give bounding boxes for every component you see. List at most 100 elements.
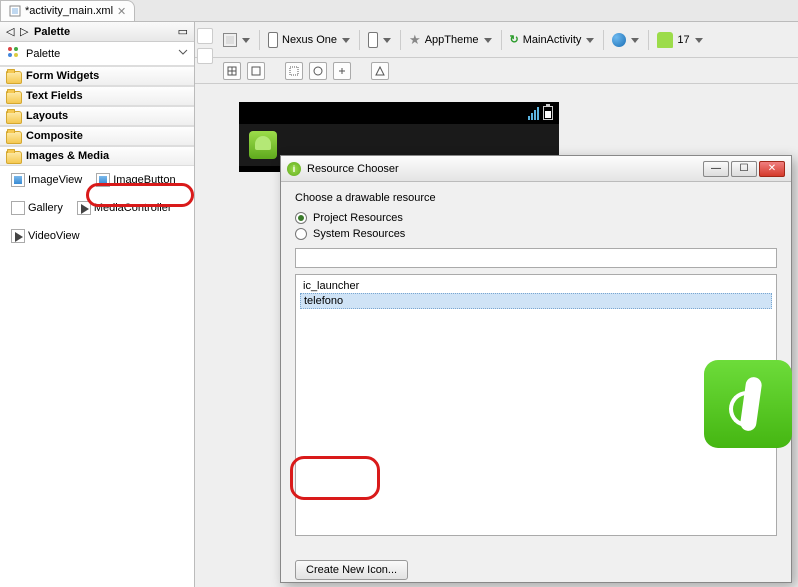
radio-system-resources[interactable]: System Resources: [295, 228, 777, 240]
dialog-button-row: Create New Icon...: [295, 564, 408, 576]
folder-icon: [6, 111, 20, 122]
category-label: Images & Media: [26, 150, 109, 162]
dropdown-icon: [694, 35, 704, 45]
portrait-icon: [368, 32, 378, 48]
chevron-left-icon: ◁: [6, 25, 16, 38]
widget-videoview[interactable]: VideoView: [6, 226, 85, 246]
status-bar: [528, 106, 553, 120]
widget-label: MediaController: [94, 202, 172, 214]
widgets-row-2: Gallery MediaController: [0, 194, 194, 222]
widget-label: ImageView: [28, 174, 82, 186]
image-button-icon: [96, 173, 110, 187]
list-item-ic-launcher[interactable]: ic_launcher: [300, 279, 772, 293]
activity-dropdown[interactable]: ↻ MainActivity: [510, 33, 596, 46]
category-label: Form Widgets: [26, 70, 99, 82]
phone-icon: [268, 32, 278, 48]
filter-input[interactable]: [295, 248, 777, 268]
globe-icon: [612, 33, 626, 47]
launcher-icon: [249, 131, 277, 159]
chevron-right-icon: ▷: [20, 25, 30, 38]
activity-icon: ↻: [510, 33, 519, 46]
widget-label: ImageButton: [113, 174, 175, 186]
layout-toolbar: [195, 58, 798, 84]
palette-header[interactable]: ◁ ▷ Palette ▭: [0, 22, 194, 42]
category-layouts[interactable]: Layouts: [0, 106, 194, 126]
palette-subheader[interactable]: Palette: [0, 42, 194, 66]
api-dropdown[interactable]: 17: [657, 32, 703, 48]
dropdown-icon: [382, 35, 392, 45]
theme-dropdown[interactable]: ★AppTheme: [409, 32, 492, 48]
zoom-actual-button[interactable]: [309, 62, 327, 80]
widgets-row-3: VideoView: [0, 222, 194, 250]
signal-icon: [528, 107, 539, 120]
dialog-title: Resource Chooser: [307, 163, 399, 175]
palette-sub-label: Palette: [26, 48, 60, 60]
widget-gallery[interactable]: Gallery: [6, 198, 68, 218]
tab-label: *activity_main.xml: [25, 5, 113, 17]
zoom-in-button[interactable]: [333, 62, 351, 80]
category-form-widgets[interactable]: Form Widgets: [0, 66, 194, 86]
folder-icon: [6, 131, 20, 142]
activity-label: MainActivity: [523, 34, 582, 46]
close-button[interactable]: ✕: [759, 161, 785, 177]
android-icon: [657, 32, 673, 48]
dialog-icon: i: [287, 162, 301, 176]
palette-title: Palette: [34, 26, 70, 38]
widget-imageview[interactable]: ImageView: [6, 170, 87, 190]
folder-icon: [6, 91, 20, 102]
minimize-icon[interactable]: ▭: [178, 25, 188, 38]
editor-tabbar: *activity_main.xml ✕: [0, 0, 798, 22]
widgets-row-1: ImageView ImageButton: [0, 166, 194, 194]
dropdown-icon: [241, 35, 251, 45]
radio-icon: [295, 228, 307, 240]
widget-imagebutton[interactable]: ImageButton: [91, 170, 180, 190]
separator: [259, 30, 260, 50]
device-dropdown[interactable]: Nexus One: [268, 32, 351, 48]
toggle-bounds-button[interactable]: [223, 62, 241, 80]
gallery-icon: [11, 201, 25, 215]
category-composite[interactable]: Composite: [0, 126, 194, 146]
category-label: Composite: [26, 130, 83, 142]
phone-handset-icon: [723, 373, 773, 435]
config-icon: [223, 33, 237, 47]
toggle-grid-button[interactable]: [247, 62, 265, 80]
maximize-button[interactable]: ☐: [731, 161, 757, 177]
separator: [603, 30, 604, 50]
device-label: Nexus One: [282, 34, 337, 46]
category-label: Layouts: [26, 110, 68, 122]
separator: [648, 30, 649, 50]
radio-project-resources[interactable]: Project Resources: [295, 212, 777, 224]
vtool-1[interactable]: [197, 28, 213, 44]
category-text-fields[interactable]: Text Fields: [0, 86, 194, 106]
locale-dropdown[interactable]: [612, 33, 640, 47]
category-label: Text Fields: [26, 90, 83, 102]
editor-tab-activity-main[interactable]: *activity_main.xml ✕: [0, 0, 135, 21]
minimize-button[interactable]: —: [703, 161, 729, 177]
separator: [501, 30, 502, 50]
palette-panel: ◁ ▷ Palette ▭ Palette Form Widgets Text …: [0, 22, 195, 587]
palette-mode-icon: [6, 45, 20, 62]
api-label: 17: [677, 34, 689, 46]
create-new-icon-button[interactable]: Create New Icon...: [295, 560, 408, 580]
dropdown-icon: [341, 35, 351, 45]
list-item-telefono[interactable]: telefono: [300, 293, 772, 309]
config-toolbar: Nexus One ★AppTheme ↻ MainActivity 17: [195, 22, 798, 58]
folder-icon: [6, 71, 20, 82]
vtool-2[interactable]: [197, 48, 213, 64]
config-dropdown[interactable]: [223, 33, 251, 47]
dialog-prompt: Choose a drawable resource: [295, 192, 777, 204]
zoom-fit-button[interactable]: [285, 62, 303, 80]
image-icon: [11, 173, 25, 187]
lint-button[interactable]: [371, 62, 389, 80]
orientation-dropdown[interactable]: [368, 32, 392, 48]
dialog-titlebar[interactable]: i Resource Chooser — ☐ ✕: [281, 156, 791, 182]
dropdown-icon[interactable]: [178, 47, 188, 60]
resource-preview-telefono: [704, 360, 792, 448]
widget-mediacontroller[interactable]: MediaController: [72, 198, 177, 218]
category-images-media[interactable]: Images & Media: [0, 146, 194, 166]
theme-label: AppTheme: [425, 34, 479, 46]
window-buttons: — ☐ ✕: [703, 161, 785, 177]
close-icon[interactable]: ✕: [117, 5, 126, 18]
separator: [400, 30, 401, 50]
radio-icon: [295, 212, 307, 224]
